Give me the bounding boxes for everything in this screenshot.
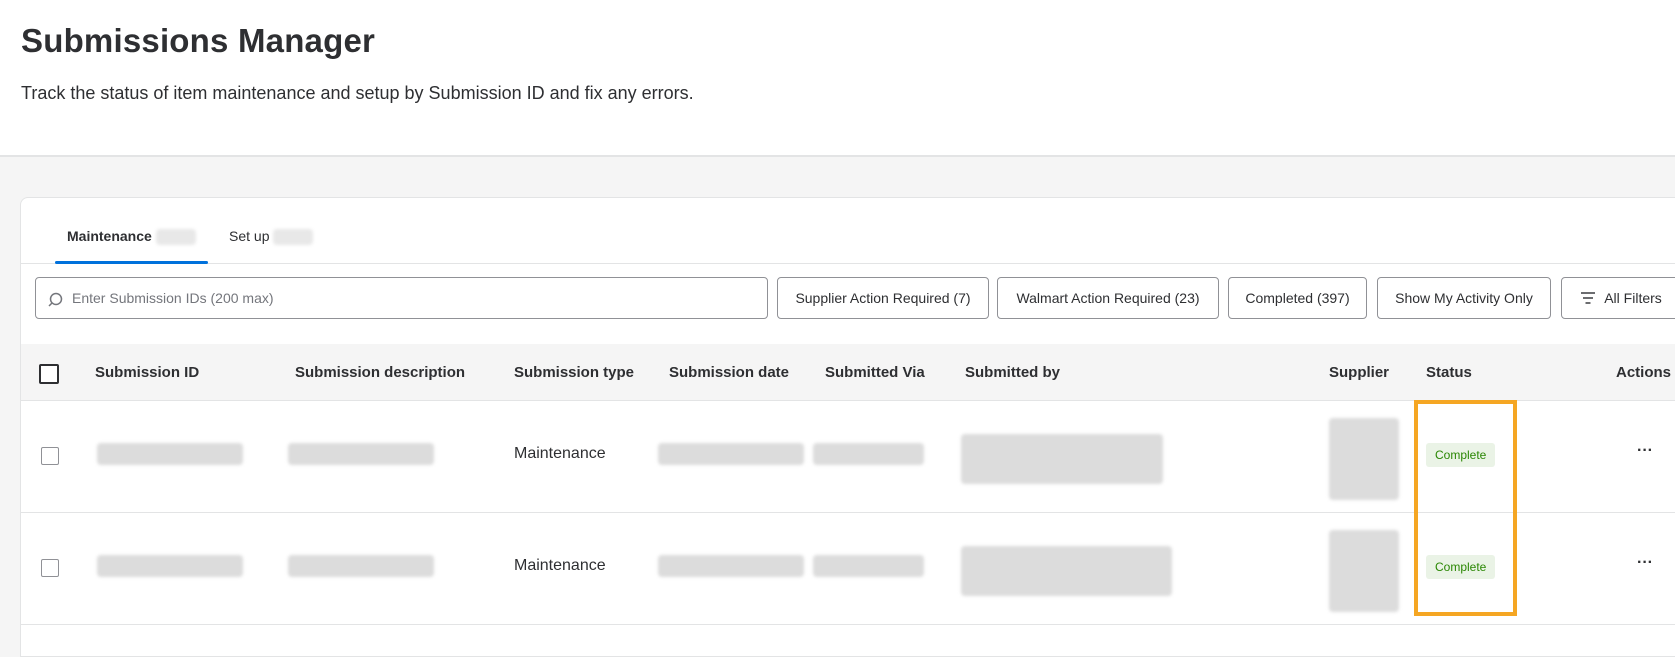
page-header: Submissions Manager Track the status of … xyxy=(0,0,1675,157)
table-row[interactable]: Maintenance Complete ··· xyxy=(21,401,1675,513)
submitted-via-redacted xyxy=(813,555,924,577)
column-header-submission-description[interactable]: Submission description xyxy=(295,364,465,381)
submissions-card: Maintenance Set up Supplier Action Requi… xyxy=(20,197,1675,657)
filter-walmart-action-required-button[interactable]: Walmart Action Required (23) xyxy=(997,277,1219,319)
submission-id-redacted xyxy=(97,443,243,465)
column-header-actions: Actions xyxy=(1616,364,1672,381)
tab-setup-label: Set up xyxy=(229,228,270,244)
search-icon xyxy=(48,292,63,307)
submission-type-cell: Maintenance xyxy=(514,557,606,574)
status-badge: Complete xyxy=(1426,443,1496,467)
submission-description-redacted xyxy=(288,443,434,465)
table-header: Submission ID Submission description Sub… xyxy=(21,344,1675,401)
page-title: Submissions Manager xyxy=(21,22,376,59)
tab-bar: Maintenance Set up xyxy=(21,198,1675,264)
tab-maintenance[interactable]: Maintenance xyxy=(55,228,208,264)
tab-setup[interactable]: Set up xyxy=(229,228,329,264)
column-header-submission-date[interactable]: Submission date xyxy=(669,364,789,381)
search-box xyxy=(35,277,768,319)
submission-date-redacted xyxy=(658,555,804,577)
show-my-activity-only-button[interactable]: Show My Activity Only xyxy=(1377,277,1551,319)
column-header-submission-type[interactable]: Submission type xyxy=(514,364,634,381)
row-checkbox[interactable] xyxy=(41,559,59,577)
tab-maintenance-label: Maintenance xyxy=(67,228,152,244)
column-header-submitted-by[interactable]: Submitted by xyxy=(965,364,1060,381)
all-filters-label: All Filters xyxy=(1604,290,1662,306)
supplier-redacted xyxy=(1329,530,1399,612)
submission-id-redacted xyxy=(97,555,243,577)
submitted-via-redacted xyxy=(813,443,924,465)
submitted-by-redacted xyxy=(961,434,1163,484)
page-subtitle: Track the status of item maintenance and… xyxy=(21,83,694,103)
select-all-checkbox[interactable] xyxy=(39,364,59,384)
submission-type-cell: Maintenance xyxy=(514,445,606,462)
tab-setup-count xyxy=(273,229,314,246)
filter-supplier-action-required-button[interactable]: Supplier Action Required (7) xyxy=(777,277,989,319)
submission-description-redacted xyxy=(288,555,434,577)
more-horizontal-icon[interactable]: ··· xyxy=(1633,553,1657,577)
all-filters-button[interactable]: All Filters xyxy=(1561,277,1675,319)
tab-maintenance-count xyxy=(155,229,196,246)
table-row[interactable]: Maintenance Complete ··· xyxy=(21,513,1675,625)
filter-completed-button[interactable]: Completed (397) xyxy=(1228,277,1367,319)
submission-date-redacted xyxy=(658,443,804,465)
status-badge: Complete xyxy=(1426,555,1496,579)
submitted-by-redacted xyxy=(961,546,1172,596)
filter-icon xyxy=(1581,292,1596,304)
row-checkbox[interactable] xyxy=(41,447,59,465)
column-header-status[interactable]: Status xyxy=(1426,364,1472,381)
column-header-supplier[interactable]: Supplier xyxy=(1329,364,1389,381)
search-input[interactable] xyxy=(72,286,752,310)
column-header-submitted-via[interactable]: Submitted Via xyxy=(825,364,925,381)
more-horizontal-icon[interactable]: ··· xyxy=(1633,441,1657,465)
column-header-submission-id[interactable]: Submission ID xyxy=(95,364,199,381)
supplier-redacted xyxy=(1329,418,1399,500)
